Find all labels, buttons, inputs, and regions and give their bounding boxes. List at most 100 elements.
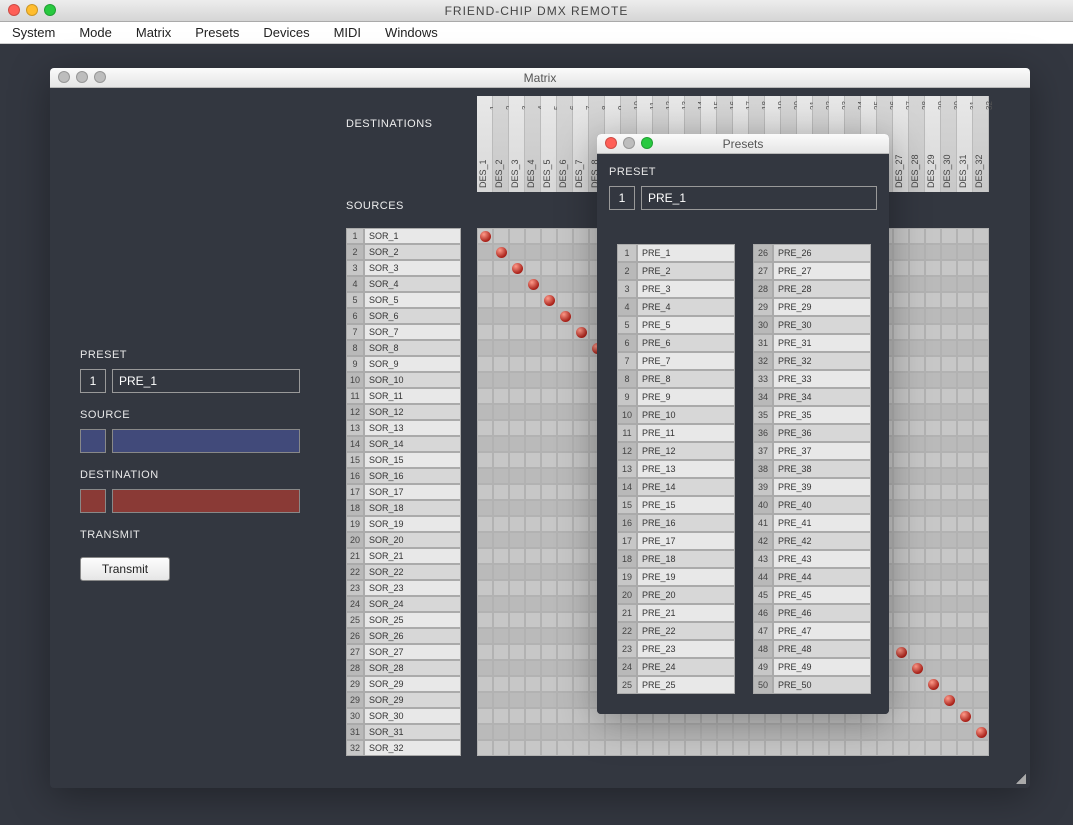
grid-cell[interactable] [541,228,557,244]
source-row-29[interactable]: 29SOR_29 [346,692,461,708]
grid-cell[interactable] [893,580,909,596]
grid-cell[interactable] [525,404,541,420]
preset-row-27[interactable]: 27PRE_27 [753,262,871,280]
grid-cell[interactable] [957,420,973,436]
grid-cell[interactable] [893,420,909,436]
grid-cell[interactable] [525,596,541,612]
grid-cell[interactable] [525,532,541,548]
grid-cell[interactable] [909,692,925,708]
grid-cell[interactable] [477,372,493,388]
source-row-10[interactable]: 10SOR_10 [346,372,461,388]
preset-row-22[interactable]: 22PRE_22 [617,622,735,640]
grid-cell[interactable] [957,596,973,612]
grid-cell[interactable] [541,708,557,724]
grid-cell[interactable] [909,292,925,308]
grid-cell[interactable] [893,324,909,340]
grid-cell[interactable] [733,724,749,740]
source-row-29[interactable]: 29SOR_29 [346,676,461,692]
source-row-1[interactable]: 1SOR_1 [346,228,461,244]
menu-matrix[interactable]: Matrix [136,25,171,40]
grid-cell[interactable] [525,564,541,580]
grid-cell[interactable] [477,260,493,276]
grid-cell[interactable] [877,740,893,756]
grid-cell[interactable] [541,244,557,260]
grid-cell[interactable] [493,244,509,260]
grid-cell[interactable] [589,724,605,740]
grid-cell[interactable] [909,436,925,452]
grid-cell[interactable] [893,484,909,500]
grid-cell[interactable] [813,724,829,740]
source-row-3[interactable]: 3SOR_3 [346,260,461,276]
grid-cell[interactable] [957,436,973,452]
grid-cell[interactable] [941,532,957,548]
grid-cell[interactable] [925,420,941,436]
destination-col-32[interactable]: 32DES_32 [973,96,989,192]
grid-cell[interactable] [893,708,909,724]
grid-cell[interactable] [477,340,493,356]
grid-cell[interactable] [957,404,973,420]
grid-cell[interactable] [829,724,845,740]
grid-cell[interactable] [557,372,573,388]
grid-cell[interactable] [493,356,509,372]
grid-cell[interactable] [509,436,525,452]
grid-cell[interactable] [525,628,541,644]
grid-cell[interactable] [957,612,973,628]
grid-cell[interactable] [541,660,557,676]
preset-name-input[interactable]: PRE_1 [641,186,877,210]
grid-cell[interactable] [477,484,493,500]
grid-cell[interactable] [797,740,813,756]
grid-cell[interactable] [557,340,573,356]
grid-cell[interactable] [509,292,525,308]
grid-cell[interactable] [573,404,589,420]
grid-cell[interactable] [573,244,589,260]
grid-cell[interactable] [973,356,989,372]
grid-cell[interactable] [493,340,509,356]
grid-cell[interactable] [541,468,557,484]
grid-cell[interactable] [573,692,589,708]
grid-cell[interactable] [909,260,925,276]
grid-cell[interactable] [957,532,973,548]
preset-row-36[interactable]: 36PRE_36 [753,424,871,442]
grid-cell[interactable] [877,724,893,740]
grid-cell[interactable] [973,292,989,308]
grid-cell[interactable] [573,420,589,436]
grid-cell[interactable] [573,532,589,548]
grid-cell[interactable] [509,468,525,484]
grid-cell[interactable] [941,228,957,244]
source-row-11[interactable]: 11SOR_11 [346,388,461,404]
menu-devices[interactable]: Devices [263,25,309,40]
destination-col-2[interactable]: 2DES_2 [493,96,509,192]
grid-cell[interactable] [509,644,525,660]
grid-cell[interactable] [893,564,909,580]
grid-cell[interactable] [973,580,989,596]
grid-cell[interactable] [909,740,925,756]
grid-cell[interactable] [493,708,509,724]
grid-cell[interactable] [925,388,941,404]
grid-cell[interactable] [973,260,989,276]
grid-cell[interactable] [541,612,557,628]
grid-cell[interactable] [493,532,509,548]
grid-cell[interactable] [909,372,925,388]
grid-cell[interactable] [541,532,557,548]
grid-cell[interactable] [509,324,525,340]
grid-cell[interactable] [941,548,957,564]
grid-cell[interactable] [909,420,925,436]
grid-cell[interactable] [925,516,941,532]
grid-cell[interactable] [973,436,989,452]
grid-cell[interactable] [477,740,493,756]
grid-cell[interactable] [477,692,493,708]
close-icon[interactable] [605,137,617,149]
grid-cell[interactable] [557,260,573,276]
grid-cell[interactable] [973,596,989,612]
grid-cell[interactable] [477,244,493,260]
source-row-2[interactable]: 2SOR_2 [346,244,461,260]
grid-cell[interactable] [493,644,509,660]
grid-cell[interactable] [477,548,493,564]
destination-col-5[interactable]: 5DES_5 [541,96,557,192]
grid-cell[interactable] [573,724,589,740]
grid-cell[interactable] [909,644,925,660]
grid-cell[interactable] [541,340,557,356]
grid-cell[interactable] [861,740,877,756]
grid-cell[interactable] [973,372,989,388]
grid-cell[interactable] [957,452,973,468]
